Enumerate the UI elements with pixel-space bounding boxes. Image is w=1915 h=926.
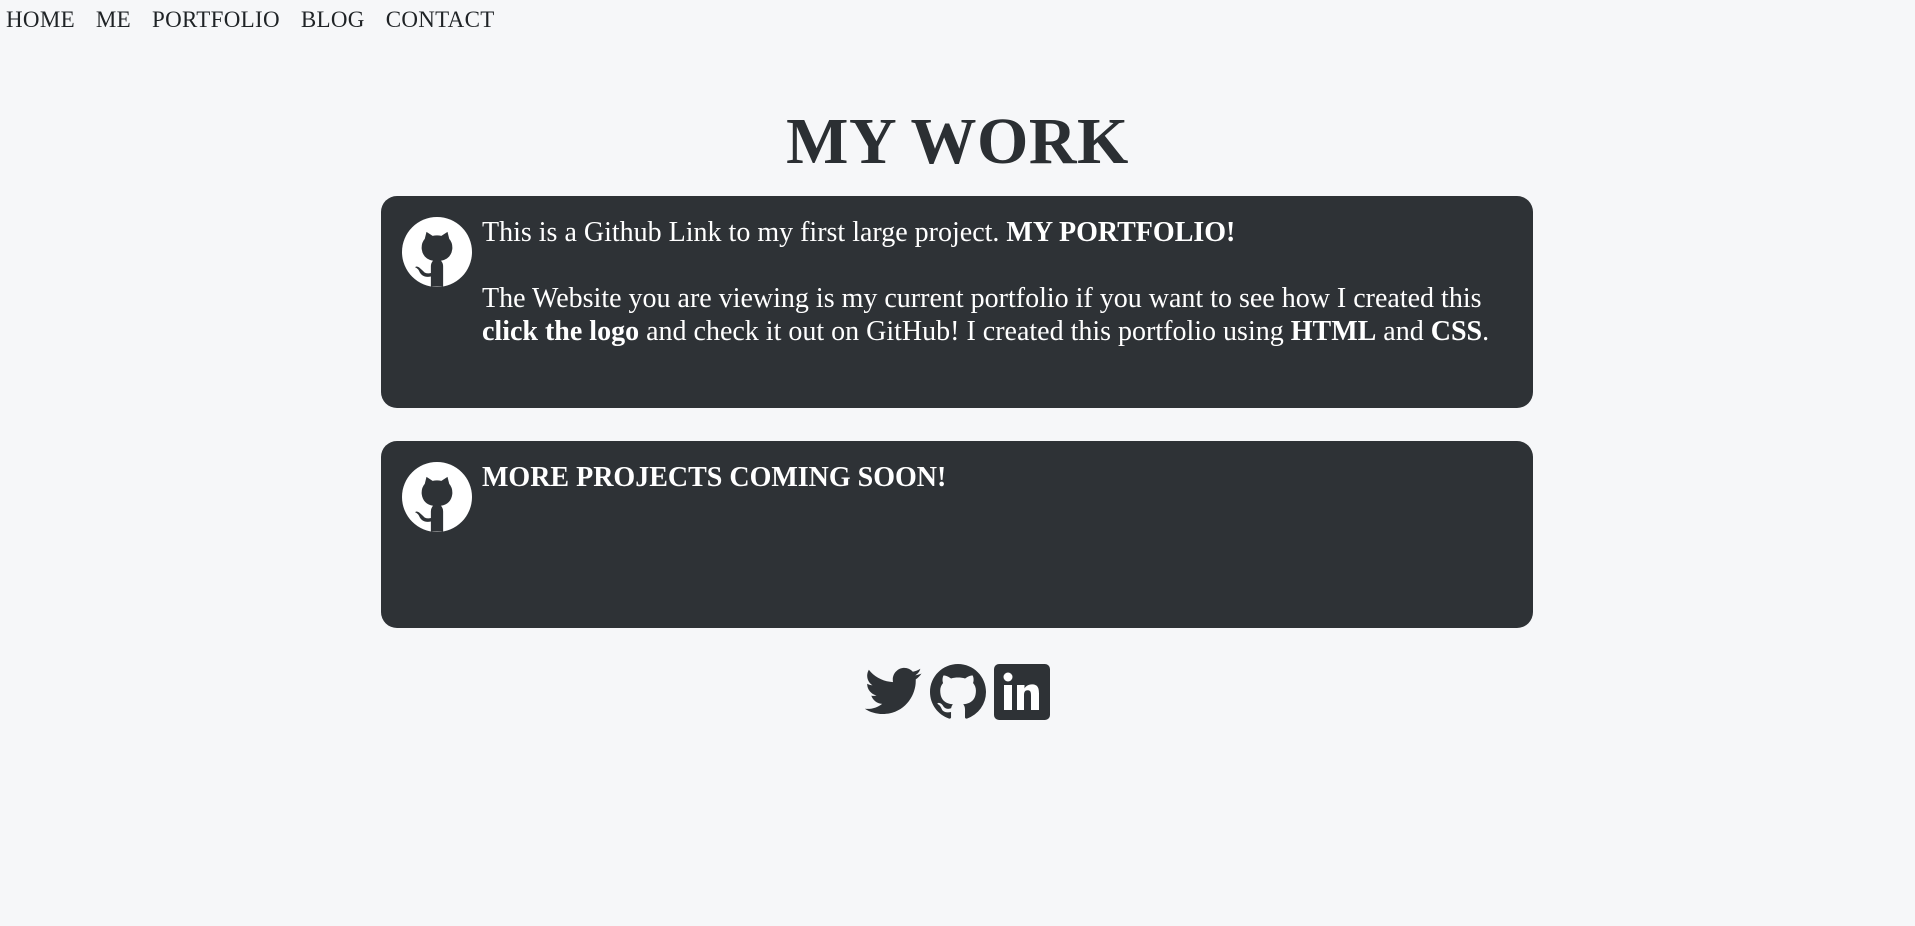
page-title: MY WORK bbox=[786, 105, 1129, 178]
project-card-text: This is a Github Link to my first large … bbox=[482, 216, 1493, 348]
nav-portfolio-link[interactable]: PORTFOLIO bbox=[152, 7, 280, 33]
nav-contact-link[interactable]: CONTACT bbox=[386, 7, 495, 33]
description-part: and bbox=[1376, 316, 1431, 347]
coming-soon-heading: MORE PROJECTS COMING SOON! bbox=[482, 462, 947, 493]
description-part: . bbox=[1482, 316, 1490, 347]
github-icon[interactable] bbox=[929, 663, 987, 721]
github-footer-svg bbox=[929, 664, 986, 719]
description-emphasis-css: CSS bbox=[1430, 316, 1483, 347]
description-part: The Website you are viewing is my curren… bbox=[482, 283, 1482, 314]
project-card-coming-soon: MORE PROJECTS COMING SOON! bbox=[381, 441, 1533, 628]
description-emphasis-logo: click the logo bbox=[482, 316, 640, 347]
project-intro-text: This is a Github Link to my first large … bbox=[482, 217, 1007, 248]
github-icon[interactable] bbox=[402, 462, 472, 532]
linkedin-icon[interactable] bbox=[993, 663, 1051, 721]
linkedin-logo-svg bbox=[993, 664, 1050, 720]
twitter-logo-svg bbox=[864, 667, 922, 714]
social-links bbox=[0, 663, 1915, 721]
project-description: The Website you are viewing is my curren… bbox=[482, 282, 1493, 348]
project-card-portfolio: This is a Github Link to my first large … bbox=[381, 196, 1533, 408]
description-part: and check it out on GitHub! I created th… bbox=[639, 316, 1291, 347]
project-name: MY PORTFOLIO! bbox=[1006, 217, 1236, 248]
twitter-icon[interactable] bbox=[864, 663, 923, 721]
github-logo-svg bbox=[402, 217, 472, 287]
nav-blog-link[interactable]: BLOG bbox=[301, 7, 365, 33]
nav-me-link[interactable]: ME bbox=[96, 7, 131, 33]
top-nav: HOME ME PORTFOLIO BLOG CONTACT bbox=[6, 0, 495, 40]
nav-home-link[interactable]: HOME bbox=[6, 7, 75, 33]
description-emphasis-html: HTML bbox=[1290, 316, 1377, 347]
project-intro: This is a Github Link to my first large … bbox=[482, 216, 1493, 249]
github-icon[interactable] bbox=[402, 217, 472, 287]
coming-soon-text: MORE PROJECTS COMING SOON! bbox=[482, 461, 1493, 494]
github-logo-svg bbox=[402, 462, 472, 532]
